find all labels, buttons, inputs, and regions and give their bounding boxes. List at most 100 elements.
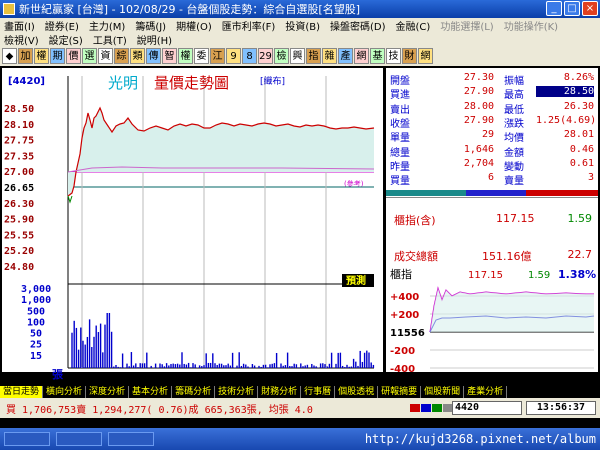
price-tick: 24.80 [4, 262, 34, 273]
toolbar-button[interactable]: ◆ [2, 48, 17, 64]
tab-6[interactable]: 財務分析 [258, 386, 302, 398]
toolbar-button[interactable]: 網 [354, 48, 369, 64]
volume-tick: 25 [30, 340, 42, 351]
stock-name: 光明 [108, 74, 138, 92]
tab-2[interactable]: 深度分析 [86, 386, 130, 398]
neutral-bar [466, 190, 526, 196]
toolbar-button[interactable]: 財 [402, 48, 417, 64]
close-button[interactable]: × [582, 1, 598, 16]
stock-code-field[interactable]: 4420 [452, 401, 522, 415]
quote-label: 變動 [504, 161, 524, 173]
quote-label: 買進 [390, 90, 410, 102]
tab-8[interactable]: 個股透視 [335, 386, 379, 398]
quote-label: 開盤 [390, 76, 410, 87]
toolbar-button[interactable]: 綜 [114, 48, 129, 64]
menu-item[interactable]: 籌碼(J) [135, 18, 166, 33]
title-bar: 新世紀贏家 [台灣] - 102/08/29 - 台盤個股走勢：綜合自選股[名望… [0, 0, 600, 18]
menu-item[interactable]: 金融(C) [396, 18, 431, 33]
quote-label: 漲跌 [504, 118, 524, 130]
price-tick: 25.20 [4, 246, 34, 257]
quote-label: 振幅 [504, 76, 524, 87]
tab-10[interactable]: 個股新聞 [421, 386, 465, 398]
tab-9[interactable]: 研報摘要 [378, 386, 422, 398]
price-tick: 27.00 [4, 167, 34, 178]
quote-value: 27.30 [463, 72, 494, 83]
menu-item[interactable]: 功能選擇(L) [440, 18, 493, 33]
menu-item[interactable]: 證券(E) [45, 18, 79, 33]
quote-value: 6 [487, 172, 494, 184]
tab-11[interactable]: 產業分析 [464, 386, 508, 398]
taskbar-item[interactable] [108, 432, 154, 446]
minimize-button[interactable]: _ [546, 1, 562, 16]
toolbar-button[interactable]: 8 [242, 48, 257, 64]
toolbar-button[interactable]: 價 [66, 48, 81, 64]
toolbar-button[interactable]: 傳 [146, 48, 161, 64]
toolbar-button[interactable]: 雜 [322, 48, 337, 64]
menu-item[interactable]: 設定(S) [49, 32, 83, 47]
toolbar-button[interactable]: 產 [338, 48, 353, 64]
quote-value: 8.26% [563, 72, 594, 83]
taskbar: http://kujd3268.pixnet.net/album [0, 428, 600, 450]
menu-item[interactable]: 投資(B) [285, 18, 320, 33]
toolbar-button[interactable]: 智 [162, 48, 177, 64]
tab-0[interactable]: 當日走勢 [0, 386, 44, 398]
toolbar-button[interactable]: 指 [306, 48, 321, 64]
price-tick: 28.10 [4, 120, 34, 131]
toolbar-button[interactable]: 期 [50, 48, 65, 64]
quote-value: 2,704 [463, 157, 494, 169]
menu-item[interactable]: 畫面(I) [4, 18, 35, 33]
index-panel: 櫃指(含) 117.15 1.59 成交總額 151.16億 22.7 [386, 206, 598, 266]
toolbar-button[interactable]: 網 [418, 48, 433, 64]
toolbar-button[interactable]: 委 [194, 48, 209, 64]
quote-label: 昨量 [390, 161, 410, 173]
quote-value: 0.61 [569, 157, 594, 169]
toolbar-button[interactable]: 技 [386, 48, 401, 64]
toolbar-button[interactable]: 29 [258, 48, 273, 64]
menu-item[interactable]: 說明(H) [137, 32, 172, 47]
quote-value: 1.25(4.69) [536, 114, 597, 126]
toolbar-button[interactable]: 類 [130, 48, 145, 64]
toolbar-button[interactable]: 基 [370, 48, 385, 64]
mini-tick: +200 [390, 310, 419, 321]
volume-unit: 張 [52, 368, 64, 381]
tab-1[interactable]: 橫向分析 [43, 386, 87, 398]
menu-item[interactable]: 主力(M) [89, 18, 125, 33]
quote-value: 28.00 [463, 100, 494, 112]
quote-row: 開盤 27.30 振幅 8.26% [386, 72, 598, 87]
quote-value: 26.30 [563, 100, 594, 112]
app-icon [3, 3, 15, 15]
toolbar-button[interactable]: 加 [18, 48, 33, 64]
menu-item[interactable]: 期權(O) [176, 18, 212, 33]
menu-item[interactable]: 功能操作(K) [504, 18, 558, 33]
toolbar-button[interactable]: 檢 [274, 48, 289, 64]
toolbar-button[interactable]: 權 [178, 48, 193, 64]
taskbar-item[interactable] [56, 432, 102, 446]
menu-item[interactable]: 工具(T) [93, 32, 127, 47]
toolbar-button[interactable]: 9 [226, 48, 241, 64]
predict-label: 預測 [346, 274, 366, 287]
menu-item[interactable]: 操盤密碼(D) [330, 18, 386, 33]
toolbar-button[interactable]: 興 [290, 48, 305, 64]
menu-item[interactable]: 匯市利率(F) [222, 18, 276, 33]
maximize-button[interactable]: □ [564, 1, 580, 16]
index-change: 1.59 [567, 212, 593, 225]
mini-tick: +400 [390, 292, 419, 303]
mini-tick: 11556 [390, 328, 425, 339]
toolbar-button[interactable]: 選 [82, 48, 97, 64]
menu-item[interactable]: 檢視(V) [4, 32, 39, 47]
quote-label: 金額 [504, 147, 524, 159]
quote-value: 28.50 [536, 86, 594, 98]
toolbar-button[interactable]: 權 [34, 48, 49, 64]
quote-row: 單量 29 均價 28.01 [386, 129, 598, 144]
bid-bar [386, 190, 466, 196]
toolbar-button[interactable]: 江 [210, 48, 225, 64]
quote-row: 昨量 2,704 變動 0.61 [386, 157, 598, 173]
price-tick: 26.65 [4, 183, 34, 194]
tab-7[interactable]: 行事曆 [301, 386, 336, 398]
tab-3[interactable]: 基本分析 [129, 386, 173, 398]
taskbar-item[interactable] [4, 432, 50, 446]
tab-5[interactable]: 技術分析 [215, 386, 259, 398]
toolbar-button[interactable]: 資 [98, 48, 113, 64]
tab-4[interactable]: 籌碼分析 [172, 386, 216, 398]
volume-tick: 50 [30, 329, 42, 340]
